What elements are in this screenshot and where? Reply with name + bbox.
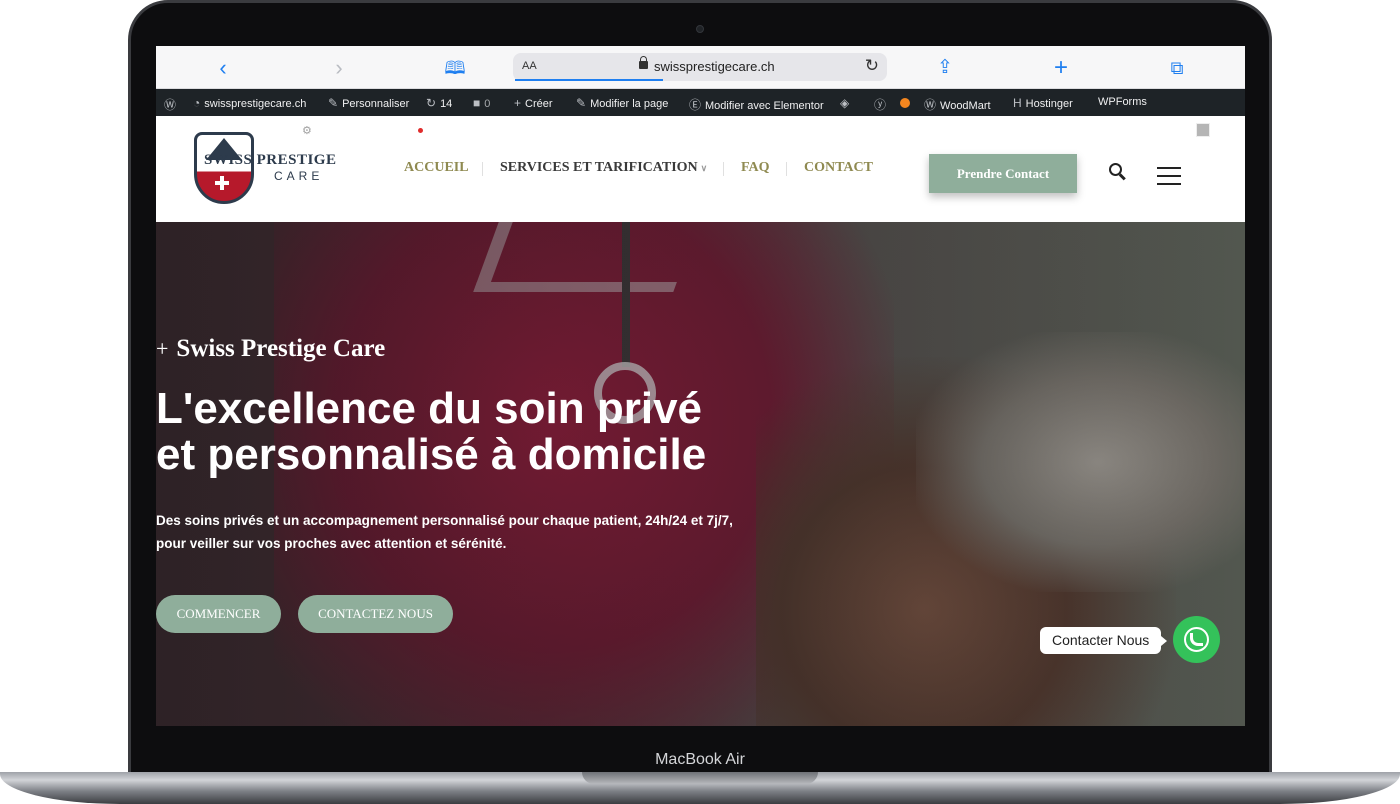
whatsapp-label[interactable]: Contacter Nous (1040, 627, 1168, 654)
logo-title: SWISS PRESTIGE (204, 152, 337, 168)
diamond-icon[interactable]: ◈ (840, 96, 853, 110)
lock-icon (639, 56, 648, 69)
prendre-contact-button[interactable]: Prendre Contact (929, 154, 1077, 193)
plus-icon[interactable]: + (1048, 55, 1074, 81)
admin-site-link[interactable]: ◔ swissprestigecare.ch (193, 96, 306, 110)
hero-subtitle-line: pour veiller sur vos proches avec attent… (156, 536, 507, 551)
hostinger-icon: H (1013, 96, 1022, 110)
forward-icon[interactable]: › (326, 55, 352, 81)
wordpress-icon[interactable]: Ⓦ (164, 96, 180, 113)
nav-divider (723, 162, 724, 176)
nav-item-faq[interactable]: FAQ (741, 160, 770, 176)
hero-title-line: et personnalisé à domicile (156, 430, 707, 479)
text-size-button[interactable]: AA (522, 60, 537, 72)
whatsapp-button[interactable] (1173, 616, 1220, 663)
admin-edit-page-link[interactable]: ✎ Modifier la page (576, 96, 668, 110)
plus-icon: + (156, 336, 169, 361)
camera (696, 25, 704, 33)
admin-customize-link[interactable]: ✎ Personnaliser (328, 96, 409, 110)
admin-hostinger-link[interactable]: H Hostinger (1013, 96, 1073, 110)
contactez-nous-button[interactable]: CONTACTEZ NOUS (298, 595, 453, 633)
laptop-notch (582, 772, 818, 784)
nav-divider (482, 162, 483, 176)
commencer-button[interactable]: COMMENCER (156, 595, 281, 633)
hero-kicker: + Swiss Prestige Care (156, 335, 385, 363)
hero-section: + Swiss Prestige Care L'excellence du soi… (156, 222, 1245, 726)
device-brand-label: MacBook Air (655, 751, 745, 768)
page-load-progress (515, 79, 663, 81)
elementor-icon: Ⓔ (689, 98, 702, 112)
back-icon[interactable]: ‹ (210, 55, 236, 81)
hamburger-menu-icon[interactable] (1157, 167, 1181, 185)
yoast-icon[interactable]: ⓨ (874, 96, 890, 113)
nav-item-accueil[interactable]: ACCUEIL (404, 160, 469, 176)
address-bar[interactable]: AA swissprestigecare.ch ↻ (513, 53, 887, 81)
admin-woodmart-link[interactable]: Ⓦ WoodMart (924, 96, 991, 113)
swiss-cross-icon (215, 176, 229, 190)
admin-wpforms-link[interactable]: WPForms (1098, 96, 1147, 108)
book-icon[interactable]: 🕮 (442, 55, 468, 81)
woodmart-icon: Ⓦ (924, 98, 937, 112)
admin-elementor-link[interactable]: Ⓔ Modifier avec Elementor (689, 96, 824, 113)
search-icon[interactable] (1109, 163, 1127, 181)
logo-subtitle: CARE (274, 169, 324, 183)
notification-dot (418, 128, 423, 133)
nav-divider (786, 162, 787, 176)
reload-icon[interactable]: ↻ (865, 56, 879, 76)
tabs-icon[interactable]: ⧉ (1164, 55, 1190, 81)
site-logo[interactable]: SWISS PRESTIGE CARE (194, 132, 344, 208)
hero-subtitle-line: Des soins privés et un accompagnement pe… (156, 513, 733, 528)
chevron-down-icon: ∨ (700, 163, 708, 173)
phone-icon (1190, 633, 1203, 646)
admin-updates-link[interactable]: ↻ 14 (426, 96, 452, 110)
screen: ‹ › 🕮 AA swissprestigecare.ch ↻ ⇪ + ⧉ Ⓦ … (156, 46, 1245, 726)
seo-status-dot (900, 98, 910, 108)
admin-comments-link[interactable]: ■ 0 (473, 96, 490, 110)
wp-admin-bar: Ⓦ ◔ swissprestigecare.ch ✎ Personnaliser ↻… (156, 89, 1245, 116)
hero-title-line: L'excellence du soin privé (156, 384, 703, 433)
comment-icon: ■ (473, 96, 481, 110)
plus-icon: + (514, 96, 522, 110)
site-header: ⚙ SWISS PRESTIGE CARE ACCUEIL SERVICES E… (156, 116, 1245, 222)
pencil-icon: ✎ (576, 96, 587, 110)
nav-item-label: SERVICES ET TARIFICATION (500, 160, 698, 175)
url-text[interactable]: swissprestigecare.ch (654, 59, 775, 74)
brush-icon: ✎ (328, 96, 339, 110)
hero-subtitle: Des soins privés et un accompagnement pe… (156, 509, 733, 555)
browser-toolbar: ‹ › 🕮 AA swissprestigecare.ch ↻ ⇪ + ⧉ (156, 46, 1245, 89)
share-icon[interactable]: ⇪ (932, 55, 958, 81)
admin-create-link[interactable]: + Créer (514, 96, 553, 110)
hero-kicker-text: Swiss Prestige Care (176, 335, 386, 362)
hero-title: L'excellence du soin privé et personnali… (156, 386, 706, 478)
updates-icon: ↻ (426, 96, 437, 110)
nav-item-services[interactable]: SERVICES ET TARIFICATION ∨ (500, 160, 707, 176)
avatar[interactable] (1196, 123, 1210, 137)
dashboard-icon: ◔ (193, 96, 201, 110)
nav-item-contact[interactable]: CONTACT (804, 160, 873, 176)
